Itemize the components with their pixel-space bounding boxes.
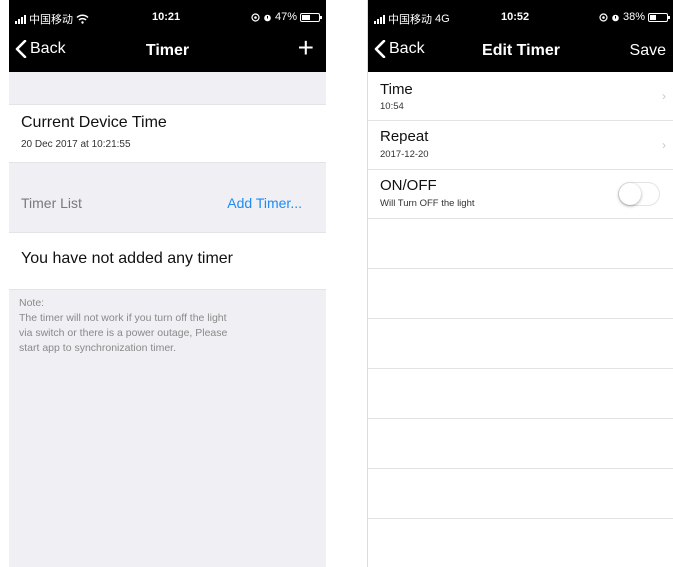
device-time-value: 20 Dec 2017 at 10:21:55	[21, 139, 131, 150]
note-text: Note: The timer will not work if you tur…	[19, 296, 314, 356]
battery-percent: 38%	[622, 11, 645, 23]
time-row[interactable]: Time 10:54 ›	[368, 72, 673, 121]
wifi-icon	[76, 14, 89, 24]
alarm-icon	[612, 14, 619, 21]
note-line: Note:	[19, 297, 45, 309]
battery-icon	[648, 12, 670, 22]
list-divider	[368, 418, 673, 419]
battery-percent: 47%	[274, 11, 297, 23]
network-type: 4G	[435, 13, 450, 25]
location-icon	[251, 12, 260, 22]
toggle-knob	[619, 183, 641, 205]
note-line: The timer will not work if you turn off …	[19, 312, 227, 324]
repeat-row[interactable]: Repeat 2017-12-20 ›	[368, 121, 673, 170]
alarm-icon	[264, 14, 271, 21]
timer-list-header: Timer List Add Timer...	[9, 185, 326, 219]
add-timer-link[interactable]: Add Timer...	[227, 195, 302, 211]
add-timer-plus-button[interactable]: +	[298, 34, 314, 62]
status-bar: 中国移动 10:21 47%	[9, 0, 326, 32]
list-divider	[368, 518, 673, 519]
repeat-row-title: Repeat	[380, 128, 429, 145]
signal-icon	[15, 14, 26, 24]
time-row-title: Time	[380, 81, 413, 98]
timer-screen: 中国移动 10:21 47% Back Timer + Current Devi…	[9, 0, 326, 567]
note-line: start app to synchronization timer.	[19, 342, 176, 354]
navigation-bar: Back Edit Timer Save	[368, 32, 673, 72]
onoff-row-subtitle: Will Turn OFF the light	[380, 198, 475, 209]
list-divider	[368, 268, 673, 269]
list-divider	[368, 468, 673, 469]
device-time-cell: Current Device Time 20 Dec 2017 at 10:21…	[9, 104, 326, 163]
onoff-row-title: ON/OFF	[380, 177, 437, 194]
time-row-value: 10:54	[380, 101, 404, 112]
empty-timer-cell: You have not added any timer	[9, 232, 326, 290]
repeat-row-value: 2017-12-20	[380, 149, 429, 160]
carrier-label: 中国移动	[388, 14, 432, 26]
chevron-right-icon: ›	[662, 89, 666, 103]
page-title: Edit Timer	[482, 42, 560, 59]
timer-list-label: Timer List	[21, 195, 82, 211]
note-line: via switch or there is a power outage, P…	[19, 327, 228, 339]
list-divider	[368, 368, 673, 369]
onoff-toggle[interactable]	[618, 182, 660, 206]
page-title: Timer	[145, 42, 190, 59]
battery-icon	[300, 12, 322, 22]
empty-timer-message: You have not added any timer	[21, 250, 234, 267]
edit-timer-screen: 中国移动 4G 10:52 38% Back Edit Timer Save T…	[367, 0, 673, 567]
signal-icon	[374, 14, 385, 24]
navigation-bar: Back Timer +	[9, 32, 326, 72]
status-bar: 中国移动 4G 10:52 38%	[368, 0, 673, 32]
onoff-row: ON/OFF Will Turn OFF the light	[368, 170, 673, 219]
chevron-right-icon: ›	[662, 138, 666, 152]
location-icon	[599, 12, 608, 22]
list-divider	[368, 318, 673, 319]
carrier-label: 中国移动	[29, 14, 73, 26]
device-time-title: Current Device Time	[21, 114, 167, 131]
save-button[interactable]: Save	[630, 42, 666, 60]
status-time: 10:21	[152, 11, 181, 23]
status-time: 10:52	[501, 11, 530, 23]
